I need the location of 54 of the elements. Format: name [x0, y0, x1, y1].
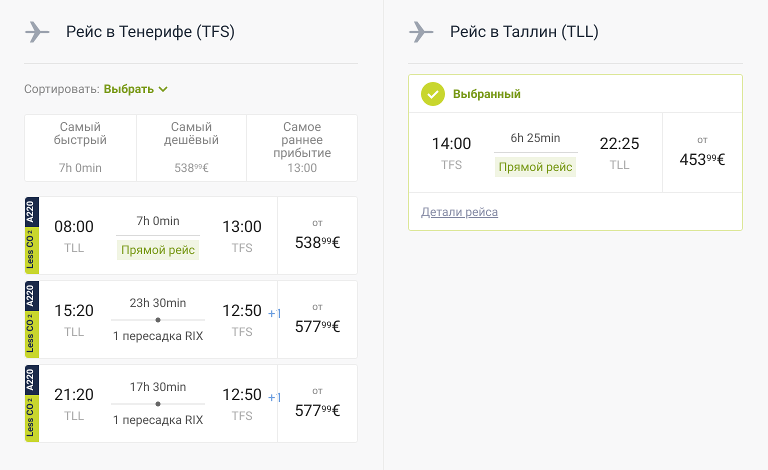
day-offset: +1 — [268, 306, 282, 324]
arrival-airport: TLL — [609, 156, 630, 174]
section-title: Рейс в Таллин (TLL) — [450, 20, 599, 42]
departure-time: 14:00 — [432, 132, 472, 154]
sort-option[interactable]: Самое раннее прибытие 13:00 — [246, 115, 357, 181]
price: 538$^{99}$€ — [294, 232, 341, 254]
departure-airport: TLL — [64, 408, 84, 424]
section-title: Рейс в Тенерифе (TFS) — [66, 20, 236, 42]
departure-time: 21:20 — [54, 384, 94, 406]
sort-option-label: Самый дешёвый — [162, 121, 220, 147]
sort-option-label: Самое раннее прибытие — [272, 121, 332, 160]
day-offset: +1 — [268, 390, 282, 408]
direct-flight-label: Прямой рейс — [494, 156, 576, 176]
sort-option[interactable]: Самый быстрый 7h 0min — [25, 115, 136, 181]
sort-label: Сортировать: — [24, 81, 100, 98]
stopover-text: 1 пересадка RIX — [112, 412, 204, 429]
arrival-airport: TFS — [232, 240, 252, 256]
arrival-airport: TFS — [232, 324, 252, 340]
sort-option[interactable]: Самый дешёвый 538$^{99}$€ — [136, 115, 246, 181]
arrival-time: 12:50 — [222, 300, 262, 322]
direct-flight-label: Прямой рейс — [117, 240, 199, 260]
sort-option-label: Самый быстрый — [52, 121, 108, 147]
sort-option-value: 13:00 — [287, 162, 318, 175]
departure-airport: TLL — [64, 324, 84, 340]
duration: 17h 30min — [130, 379, 186, 396]
selected-status: Выбранный — [453, 86, 521, 102]
price-prefix: от — [312, 385, 323, 399]
sort-option-value: 538$^{99}$€ — [174, 162, 209, 175]
sort-dropdown[interactable]: Выбрать — [104, 80, 168, 98]
duration: 6h 25min — [510, 130, 560, 146]
aircraft-type: A220 — [25, 201, 38, 223]
flight-details-link[interactable]: Детали рейса — [421, 202, 498, 220]
duration: 7h 0min — [136, 212, 180, 230]
price: 577$^{99}$€ — [294, 400, 341, 422]
arrival-time: 13:00 — [222, 216, 262, 238]
aircraft-type: A220 — [25, 369, 38, 391]
price: 577$^{99}$€ — [294, 316, 341, 338]
stopover-text: 1 пересадка RIX — [112, 328, 204, 345]
sort-option-value: 7h 0min — [58, 162, 102, 175]
duration: 23h 30min — [130, 295, 186, 312]
price: 453$^{99}$€ — [679, 149, 726, 171]
arrival-time: 22:25 — [600, 132, 640, 154]
aircraft-type: A220 — [25, 285, 38, 307]
arrival-time: 12:50 — [222, 384, 262, 406]
price-prefix: от — [697, 134, 708, 148]
departure-time: 08:00 — [54, 216, 94, 238]
price-prefix: от — [312, 301, 323, 315]
departure-airport: TLL — [64, 240, 84, 256]
price-prefix: от — [312, 217, 323, 231]
arrival-airport: TFS — [232, 408, 252, 424]
departure-time: 15:20 — [54, 300, 94, 322]
departure-airport: TFS — [441, 156, 462, 174]
check-circle-icon — [421, 82, 445, 106]
chevron-down-icon — [158, 85, 168, 93]
